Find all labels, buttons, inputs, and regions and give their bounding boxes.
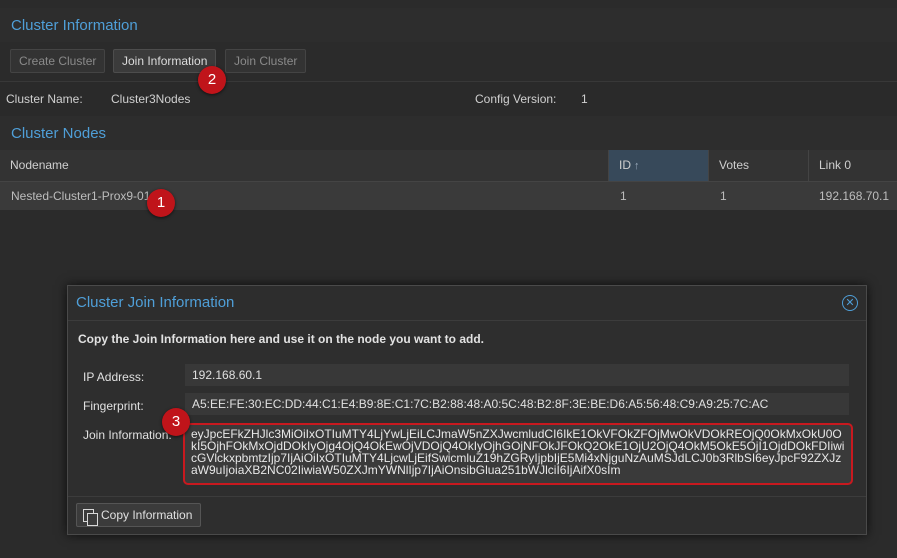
cluster-name-label: Cluster Name: xyxy=(6,92,83,106)
column-id[interactable]: ID ↑ xyxy=(609,150,709,181)
join-information-label: Join Information: xyxy=(83,428,172,442)
copy-button-label: Copy Information xyxy=(101,508,193,522)
config-version-value: 1 xyxy=(581,92,588,106)
config-version-label: Config Version: xyxy=(475,92,557,106)
column-votes[interactable]: Votes xyxy=(709,150,809,181)
create-cluster-button[interactable]: Create Cluster xyxy=(10,49,106,73)
dialog-footer: Copy Information xyxy=(68,496,866,535)
annotation-badge-2: 2 xyxy=(198,66,226,94)
node-id-cell: 1 xyxy=(620,189,627,203)
node-votes-cell: 1 xyxy=(720,189,727,203)
cluster-nodes-title: Cluster Nodes xyxy=(11,125,107,142)
column-nodename[interactable]: Nodename xyxy=(0,150,609,181)
copy-icon xyxy=(83,509,98,526)
column-link0[interactable]: Link 0 xyxy=(809,150,897,181)
dialog-description: Copy the Join Information here and use i… xyxy=(78,332,485,346)
close-icon[interactable]: ✕ xyxy=(842,295,858,311)
join-cluster-button[interactable]: Join Cluster xyxy=(225,49,307,73)
node-link0-cell: 192.168.70.1 xyxy=(819,189,890,203)
annotation-badge-1: 1 xyxy=(147,189,175,217)
join-information-field[interactable]: eyJpcEFkZHJlc3MiOiIxOTIuMTY4LjYwLjEiLCJm… xyxy=(183,423,853,485)
fingerprint-label: Fingerprint: xyxy=(83,399,144,413)
ip-address-label: IP Address: xyxy=(83,370,145,384)
cluster-toolbar: Create Cluster Join Information Join Clu… xyxy=(0,42,897,80)
node-name-cell: Nested-Cluster1-Prox9-01 xyxy=(11,189,151,203)
ip-address-field[interactable]: 192.168.60.1 xyxy=(185,364,849,386)
annotation-badge-3: 3 xyxy=(162,408,190,436)
cluster-info-bar: Cluster Name: Cluster3Nodes Config Versi… xyxy=(0,81,897,117)
table-row[interactable]: Nested-Cluster1-Prox9-01 1 1 192.168.70.… xyxy=(0,182,897,210)
dialog-titlebar: Cluster Join Information ✕ xyxy=(68,286,866,321)
cluster-info-title: Cluster Information xyxy=(11,17,138,34)
cluster-info-header: Cluster Information xyxy=(0,8,897,43)
fingerprint-field[interactable]: A5:EE:FE:30:EC:DD:44:C1:E4:B9:8E:C1:7C:B… xyxy=(185,393,849,415)
cluster-join-dialog: Cluster Join Information ✕ Copy the Join… xyxy=(67,285,867,535)
nodes-grid-header: Nodename ID ↑ Votes Link 0 xyxy=(0,150,897,182)
copy-information-button[interactable]: Copy Information xyxy=(76,503,202,527)
dialog-title: Cluster Join Information xyxy=(76,294,235,311)
arrow-up-icon: ↑ xyxy=(634,160,640,172)
cluster-nodes-header: Cluster Nodes xyxy=(0,116,897,151)
cluster-name-value: Cluster3Nodes xyxy=(111,92,191,106)
